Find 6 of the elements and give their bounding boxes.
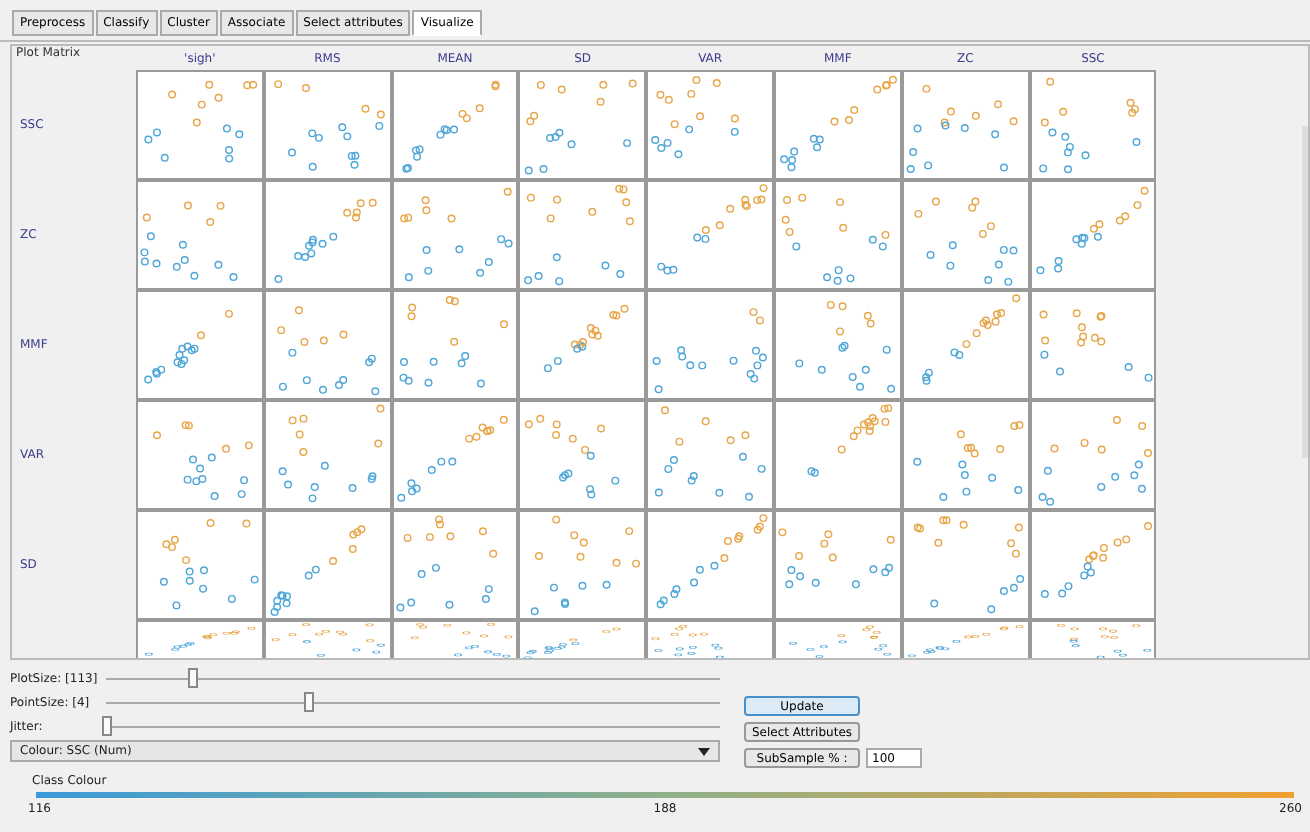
slider-thumb[interactable]: [187, 668, 198, 688]
scatter-plot[interactable]: [903, 622, 1028, 658]
slider-thumb[interactable]: [102, 716, 112, 736]
slider-thumb[interactable]: [304, 692, 315, 712]
scrollbar[interactable]: [1302, 126, 1308, 458]
dropdown-icon: [698, 747, 710, 755]
